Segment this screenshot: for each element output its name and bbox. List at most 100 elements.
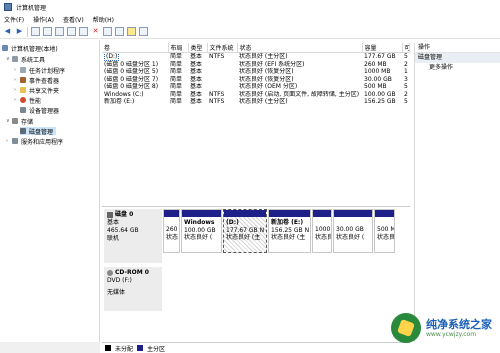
partition-recovery-5[interactable]: 1000 I 状态良	[312, 209, 332, 253]
volume-header-row: 卷 布局 类型 文件系统 状态 容量 可	[102, 43, 410, 53]
grid-icon[interactable]	[79, 27, 88, 36]
table-cell: 3	[404, 75, 408, 83]
tree-device-manager[interactable]: 设备管理器	[20, 106, 59, 115]
performance-icon	[20, 97, 26, 103]
partition-size: 500 M	[377, 226, 394, 233]
tree-performance[interactable]: › 性能	[14, 96, 41, 105]
back-icon[interactable]: ◀	[3, 27, 12, 36]
actions-section-disk-management[interactable]: 磁盘管理	[415, 53, 500, 63]
tree-task-scheduler[interactable]: › 任务计划程序	[14, 66, 65, 75]
column-header[interactable]: 类型	[188, 43, 208, 53]
disk-0-label[interactable]: 磁盘 0 基本 465.64 GB 联机	[104, 209, 162, 263]
table-cell: 简单	[170, 90, 183, 98]
table-row[interactable]: (磁盘 0 磁盘分区 1) 简单 基本 状态良好 (EFI 系统分区) 260 …	[102, 61, 409, 69]
tree-disk-management[interactable]: 磁盘管理	[20, 127, 57, 136]
partition-windows-c[interactable]: Windows 100.00 GB 状态良好 (	[181, 209, 222, 253]
tree-services[interactable]: › 服务和应用程序	[6, 137, 63, 146]
watermark-url: www.ycwjzy.com	[426, 331, 477, 338]
table-row[interactable]: 新加卷 (E:) 简单 基本 NTFS 状态良好 (主分区) 156.25 GB…	[102, 98, 409, 106]
device-manager-icon	[20, 107, 26, 113]
partition-status: 状态良	[315, 233, 331, 241]
navigation-tree: 计算机管理(本地) ∨ 系统工具 › 任务计划程序 › 事件查看器 › 共享文件…	[0, 40, 100, 342]
forward-icon[interactable]: ▶	[15, 27, 24, 36]
checkmark-doc-icon[interactable]	[103, 27, 112, 36]
table-cell: NTFS	[209, 90, 225, 98]
properties-icon[interactable]	[55, 27, 64, 36]
collapse-arrow-icon[interactable]: ∨	[6, 118, 10, 124]
tree-label: 事件查看器	[29, 77, 60, 85]
volume-list: 卷 布局 类型 文件系统 状态 容量 可 (D:) 简单 基本 NTFS 状态良…	[102, 43, 410, 123]
table-cell	[207, 83, 237, 91]
partition-name: Windows	[184, 219, 215, 226]
expand-arrow-icon[interactable]: ›	[6, 138, 10, 144]
cdrom-drive: DVD (F:)	[107, 277, 132, 284]
shared-folder-icon	[20, 87, 26, 93]
partition-name: 新加卷 (E:)	[271, 219, 304, 226]
tree-root[interactable]: 计算机管理(本地)	[2, 44, 58, 53]
table-cell: 基本	[190, 53, 203, 60]
table-cell	[207, 76, 237, 84]
show-hide-tree-icon[interactable]	[43, 27, 52, 36]
column-header[interactable]: 卷	[102, 43, 169, 53]
column-header[interactable]: 容量	[362, 43, 403, 53]
expand-arrow-icon[interactable]: ›	[14, 67, 18, 73]
watermark: 纯净系统之家 www.ycwjzy.com	[391, 313, 492, 343]
table-row[interactable]: (磁盘 0 磁盘分区 7) 简单 基本 状态良好 (恢复分区) 30.00 GB…	[102, 76, 409, 84]
partition-oem[interactable]: 500 M 状态良	[374, 209, 395, 253]
legend-primary: 主分区	[147, 345, 166, 353]
tree-storage[interactable]: ∨ 存储	[6, 117, 33, 126]
more-actions-link[interactable]: 更多操作	[415, 63, 500, 72]
table-row[interactable]: (D:) 简单 基本 NTFS 状态良好 (主分区) 177.67 GB 5	[102, 52, 409, 61]
table-cell: 状态良好 (OEM 分区)	[239, 83, 298, 90]
partition-recovery-7[interactable]: 30.00 GB 状态良好 (	[333, 209, 373, 253]
services-icon	[12, 138, 18, 144]
table-row[interactable]: (磁盘 0 磁盘分区 8) 简单 基本 状态良好 (OEM 分区) 500 MB…	[102, 83, 409, 91]
tree-event-viewer[interactable]: › 事件查看器	[14, 76, 60, 85]
table-cell: 基本	[190, 90, 203, 98]
delete-icon[interactable]: ✕	[91, 27, 100, 36]
cdrom-0-label[interactable]: CD-ROM 0 DVD (F:) 无媒体	[104, 267, 162, 311]
tools-icon	[12, 56, 18, 62]
clock-icon	[20, 67, 26, 73]
cdrom-name: CD-ROM 0	[115, 269, 149, 276]
tree-system-tools[interactable]: ∨ 系统工具	[6, 55, 45, 64]
collapse-arrow-icon[interactable]: ∨	[6, 56, 10, 62]
menu-file[interactable]: 文件(F)	[4, 15, 24, 24]
search-doc-icon[interactable]	[115, 27, 124, 36]
column-header[interactable]: 文件系统	[207, 43, 238, 53]
table-row[interactable]: (磁盘 0 磁盘分区 5) 简单 基本 状态良好 (恢复分区) 1000 MB …	[102, 68, 409, 76]
table-row[interactable]: Windows (C:) 简单 基本 NTFS 状态良好 (启动, 页面文件, …	[102, 91, 409, 99]
expand-arrow-icon[interactable]: ›	[14, 77, 18, 83]
table-cell: NTFS	[209, 98, 225, 105]
expand-arrow-icon[interactable]: ›	[14, 97, 18, 103]
partition-d[interactable]: (D:) 177.67 GB N 状态良好 (主	[223, 209, 267, 253]
column-header[interactable]: 可	[402, 43, 410, 53]
tree-shared-folders[interactable]: › 共享文件夹	[14, 86, 59, 95]
table-cell: 500 MB	[364, 83, 387, 90]
partition-status: 状态良好 (	[184, 234, 213, 241]
column-header[interactable]: 布局	[168, 43, 189, 53]
help-icon[interactable]	[67, 27, 76, 36]
partition-efi[interactable]: 260 状态	[163, 209, 180, 253]
up-folder-icon[interactable]	[31, 27, 40, 36]
table-cell: 简单	[170, 60, 183, 68]
menu-action[interactable]: 操作(A)	[33, 15, 54, 24]
expand-arrow-icon[interactable]: ›	[14, 87, 18, 93]
disk-status: 联机	[107, 235, 120, 242]
toolbar: ◀ ▶ ✕	[0, 25, 500, 39]
list-icon[interactable]	[139, 27, 148, 36]
partition-size: 30.00 GB	[336, 226, 364, 233]
folder-icon[interactable]	[127, 27, 136, 36]
partition-name	[377, 219, 392, 226]
table-cell: 简单	[170, 53, 183, 60]
column-header[interactable]: 状态	[237, 43, 363, 53]
menu-help[interactable]: 帮助(H)	[93, 15, 114, 24]
partition-name: (D:)	[226, 219, 239, 226]
partition-status: 状态良好 (主	[271, 234, 306, 241]
menu-view[interactable]: 查看(V)	[63, 15, 84, 24]
table-cell: 基本	[190, 75, 203, 83]
table-cell: 状态良好 (主分区)	[239, 53, 288, 60]
table-cell: 1000 MB	[364, 68, 391, 75]
partition-size: 260	[166, 226, 178, 233]
partition-e[interactable]: 新加卷 (E:) 156.25 GB N 状态良好 (主	[268, 209, 311, 253]
